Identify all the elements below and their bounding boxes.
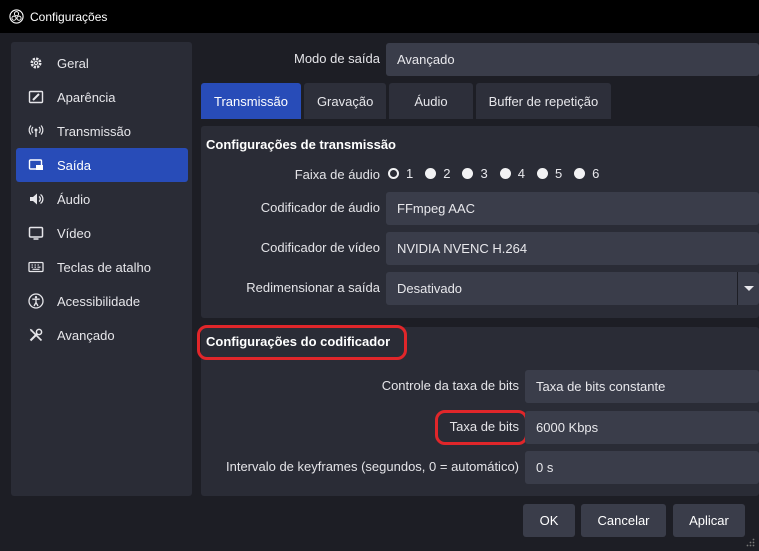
sidebar-item-transmissao[interactable]: Transmissão	[16, 114, 188, 148]
output-tabs: Transmissão Gravação Áudio Buffer de rep…	[201, 83, 614, 119]
speaker-icon	[27, 190, 45, 208]
sidebar-item-teclas-de-atalho[interactable]: Teclas de atalho	[16, 250, 188, 284]
keyframe-interval-value: 0 s	[536, 460, 554, 475]
radio-label: 1	[406, 166, 414, 181]
sidebar-item-label: Áudio	[57, 191, 91, 207]
sidebar-item-label: Vídeo	[57, 225, 91, 241]
sidebar-item-label: Acessibilidade	[57, 293, 141, 309]
tab-transmissao[interactable]: Transmissão	[201, 83, 301, 119]
settings-sidebar: Geral Aparência Transmissão Saída Áudio	[11, 42, 192, 496]
sidebar-item-label: Transmissão	[57, 123, 131, 139]
highlight-bitrate-label	[435, 410, 528, 445]
sidebar-item-label: Teclas de atalho	[57, 259, 151, 275]
keyframe-interval-spinbox[interactable]: 0 s	[525, 451, 759, 484]
audio-track-radio-2[interactable]: 2	[425, 166, 450, 181]
resize-grip-icon[interactable]	[745, 537, 755, 547]
radio-indicator	[499, 168, 511, 179]
chevron-down-icon[interactable]	[737, 272, 759, 305]
audio-encoder-label: Codificador de áudio	[260, 200, 380, 215]
video-encoder-label: Codificador de vídeo	[260, 240, 380, 255]
sidebar-item-label: Avançado	[57, 327, 115, 343]
ok-button[interactable]: OK	[523, 504, 575, 537]
stream-settings-title: Configurações de transmissão	[206, 137, 396, 152]
sidebar-item-label: Geral	[57, 55, 89, 71]
video-encoder-value: NVIDIA NVENC H.264	[397, 241, 528, 256]
sidebar-item-label: Aparência	[57, 89, 116, 105]
monitor-icon	[27, 224, 45, 242]
output-mode-select[interactable]: Avançado	[386, 43, 759, 76]
tab-audio[interactable]: Áudio	[389, 83, 473, 119]
audio-track-radio-3[interactable]: 3	[462, 166, 488, 181]
video-encoder-select[interactable]: NVIDIA NVENC H.264	[386, 232, 759, 265]
radio-indicator	[425, 168, 437, 179]
sidebar-item-label: Saída	[57, 157, 91, 173]
rate-control-value: Taxa de bits constante	[536, 379, 666, 394]
appearance-icon	[27, 88, 45, 106]
rate-control-label: Controle da taxa de bits	[381, 378, 519, 393]
settings-window: Configurações Geral Aparência Transmissã…	[0, 0, 759, 551]
tools-icon	[27, 326, 45, 344]
radio-label: 6	[592, 166, 600, 181]
radio-indicator	[536, 168, 548, 179]
tab-buffer-de-repeticao[interactable]: Buffer de repetição	[475, 83, 612, 119]
audio-track-radio-group: 1 2 3 4 5 6	[388, 166, 611, 181]
apply-button[interactable]: Aplicar	[673, 504, 745, 537]
highlight-encoder-settings-title	[197, 325, 407, 360]
bitrate-value: 6000 Kbps	[536, 420, 599, 435]
rate-control-select[interactable]: Taxa de bits constante	[525, 370, 759, 403]
radio-label: 2	[443, 166, 451, 181]
audio-track-label: Faixa de áudio	[294, 167, 380, 182]
audio-track-radio-6[interactable]: 6	[574, 166, 599, 181]
broadcast-icon	[27, 122, 45, 140]
output-mode-label: Modo de saída	[293, 51, 380, 66]
sidebar-item-acessibilidade[interactable]: Acessibilidade	[16, 284, 188, 318]
audio-track-radio-1[interactable]: 1	[388, 166, 413, 181]
output-icon	[27, 156, 45, 174]
obs-logo-icon	[9, 9, 24, 24]
keyboard-icon	[27, 258, 45, 276]
audio-encoder-value: FFmpeg AAC	[397, 201, 476, 216]
rescale-output-label: Redimensionar a saída	[246, 280, 380, 295]
tab-gravacao[interactable]: Gravação	[303, 83, 387, 119]
sidebar-item-video[interactable]: Vídeo	[16, 216, 188, 250]
sidebar-item-avancado[interactable]: Avançado	[16, 318, 188, 352]
audio-track-radio-5[interactable]: 5	[536, 166, 563, 181]
rescale-output-value: Desativado	[397, 281, 463, 296]
sidebar-item-aparencia[interactable]: Aparência	[16, 80, 188, 114]
audio-track-radio-4[interactable]: 4	[499, 166, 525, 181]
radio-indicator	[462, 168, 474, 179]
sidebar-item-geral[interactable]: Geral	[16, 46, 188, 80]
radio-label: 5	[554, 166, 563, 181]
audio-encoder-select[interactable]: FFmpeg AAC	[386, 192, 759, 225]
accessibility-icon	[27, 292, 45, 310]
bitrate-spinbox[interactable]: 6000 Kbps	[525, 411, 759, 444]
radio-label: 4	[517, 166, 525, 181]
sidebar-item-saida[interactable]: Saída	[16, 148, 188, 182]
radio-indicator	[574, 168, 586, 179]
radio-indicator	[388, 168, 399, 179]
output-settings-main: Modo de saída Avançado Transmissão Grava…	[192, 33, 759, 496]
gear-icon	[27, 54, 45, 72]
sidebar-item-audio[interactable]: Áudio	[16, 182, 188, 216]
radio-label: 3	[480, 166, 488, 181]
rescale-output-select[interactable]: Desativado	[386, 272, 759, 305]
output-mode-value: Avançado	[397, 52, 455, 67]
window-title: Configurações	[30, 9, 108, 24]
title-bar: Configurações	[0, 0, 759, 33]
keyframe-interval-label: Intervalo de keyframes (segundos, 0 = au…	[225, 459, 519, 474]
cancel-button[interactable]: Cancelar	[581, 504, 666, 537]
